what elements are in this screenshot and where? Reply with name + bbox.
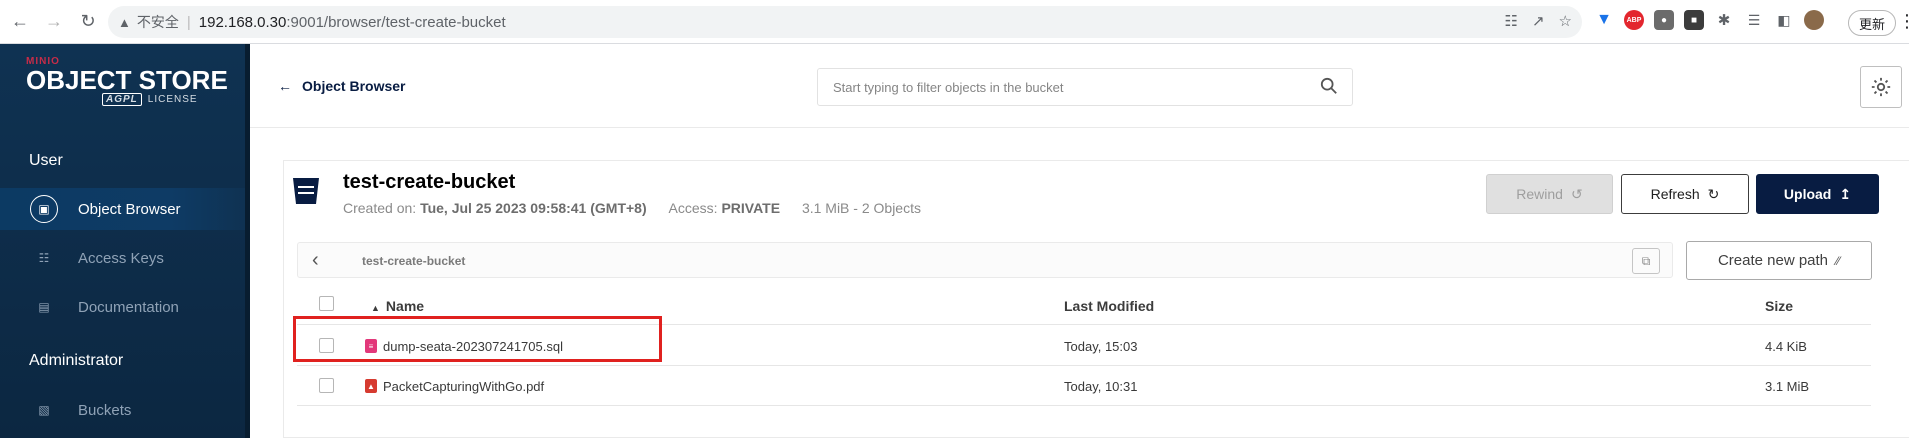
browser-toolbar: ← → ↻ ▲ 不安全 | 192.168.0.30:9001/browser/… bbox=[0, 0, 1909, 44]
back-arrow-icon: ← bbox=[278, 78, 292, 94]
sort-up-icon: ▲ bbox=[371, 303, 380, 313]
bucket-usage: 3.1 MiB - 2 Objects bbox=[801, 200, 921, 216]
copy-icon: ⧉ bbox=[1641, 253, 1651, 268]
omnibox-actions: ☷ ↗ ☆ bbox=[1505, 12, 1572, 30]
documentation-icon: ▤ bbox=[38, 300, 50, 314]
rewind-label: Rewind bbox=[1516, 186, 1563, 202]
table-row[interactable]: ▲ PacketCapturingWithGo.pdf Today, 10:31… bbox=[297, 366, 1871, 406]
logo: MINIO OBJECT STORE AGPL LICENSE bbox=[26, 56, 228, 106]
reload-icon[interactable]: ↻ bbox=[74, 8, 102, 36]
back-to-object-browser[interactable]: ← Object Browser bbox=[278, 78, 405, 94]
new-folder-icon: ⁄⁄ bbox=[1836, 253, 1841, 268]
breadcrumb-path[interactable]: test-create-bucket bbox=[362, 254, 465, 268]
pdf-file-icon: ▲ bbox=[365, 379, 377, 393]
row-checkbox[interactable] bbox=[319, 378, 334, 393]
vue-devtools-icon[interactable]: ▼ bbox=[1594, 10, 1614, 30]
file-modified: Today, 10:31 bbox=[1064, 379, 1138, 394]
rewind-button[interactable]: Rewind ↺ bbox=[1486, 174, 1613, 214]
agpl-badge: AGPL bbox=[102, 93, 142, 106]
bucket-title: test-create-bucket bbox=[343, 171, 516, 193]
access-label: Access: bbox=[668, 200, 718, 216]
forward-arrow-icon[interactable]: → bbox=[40, 8, 68, 36]
red-annotation-box bbox=[293, 316, 662, 362]
object-browser-icon: ▣ bbox=[30, 195, 58, 223]
file-name[interactable]: PacketCapturingWithGo.pdf bbox=[383, 379, 544, 394]
extensions: ▼ ABP ● ■ ✱ ☰ ◧ bbox=[1594, 10, 1824, 30]
column-size-header[interactable]: Size bbox=[1765, 298, 1793, 314]
translate-icon[interactable]: ☷ bbox=[1505, 12, 1518, 30]
page-header: ← Object Browser Start typing to filter o… bbox=[250, 44, 1909, 128]
created-label: Created on: bbox=[343, 200, 417, 216]
refresh-button[interactable]: Refresh ↻ bbox=[1621, 174, 1749, 214]
refresh-label: Refresh bbox=[1650, 186, 1700, 202]
share-icon[interactable]: ↗ bbox=[1532, 12, 1545, 30]
upload-icon: ↥ bbox=[1839, 185, 1852, 202]
sidebar-item-documentation[interactable]: ▤ Documentation bbox=[0, 286, 245, 328]
new-path-label: Create new path bbox=[1717, 252, 1829, 269]
extension-group-icon[interactable]: ● bbox=[1654, 10, 1674, 30]
back-arrow-icon[interactable]: ← bbox=[6, 8, 34, 36]
sidebar-item-access-keys[interactable]: ☷ Access Keys bbox=[0, 237, 245, 279]
puzzle-icon[interactable]: ✱ bbox=[1714, 10, 1734, 30]
access-keys-icon: ☷ bbox=[38, 251, 50, 265]
sidebar-item-label: Object Browser bbox=[78, 200, 181, 218]
sidebar-item-label: Documentation bbox=[78, 298, 179, 316]
address-bar[interactable]: ▲ 不安全 | 192.168.0.30:9001/browser/test-c… bbox=[108, 6, 1582, 38]
search-placeholder: Start typing to filter objects in the bu… bbox=[833, 79, 1064, 95]
breadcrumb: ‹ test-create-bucket ⧉ bbox=[297, 242, 1673, 278]
avatar[interactable] bbox=[1804, 10, 1824, 30]
created-value: Tue, Jul 25 2023 09:58:41 (GMT+8) bbox=[420, 200, 647, 216]
access-value: PRIVATE bbox=[721, 200, 781, 216]
back-label: Object Browser bbox=[302, 78, 406, 94]
update-button[interactable]: 更新 bbox=[1848, 10, 1897, 36]
gear-icon bbox=[1871, 77, 1891, 97]
url-path: :9001/browser/test-create-bucket bbox=[286, 13, 506, 31]
bookmark-star-icon[interactable]: ☆ bbox=[1559, 12, 1572, 30]
file-modified: Today, 15:03 bbox=[1064, 339, 1138, 354]
side-panel-icon[interactable]: ◧ bbox=[1774, 10, 1794, 30]
logo-product: OBJECT STORE bbox=[26, 65, 228, 95]
insecure-label: 不安全 bbox=[136, 14, 179, 30]
sidebar-item-label: Buckets bbox=[78, 401, 132, 419]
chevron-left-icon[interactable]: ‹ bbox=[312, 249, 319, 272]
buckets-icon: ▧ bbox=[38, 403, 50, 417]
column-name-label: Name bbox=[385, 298, 425, 314]
file-size: 4.4 KiB bbox=[1765, 339, 1807, 354]
divider: | bbox=[186, 13, 191, 31]
search-input[interactable]: Start typing to filter objects in the bu… bbox=[817, 68, 1353, 106]
reading-list-icon[interactable]: ☰ bbox=[1744, 10, 1764, 30]
section-administrator: Administrator bbox=[29, 352, 124, 369]
settings-button[interactable] bbox=[1860, 66, 1902, 108]
bucket-icon bbox=[293, 178, 319, 204]
kebab-menu-icon[interactable]: ⋮ bbox=[1898, 12, 1909, 30]
upload-button[interactable]: Upload ↥ bbox=[1756, 174, 1879, 214]
select-all-checkbox[interactable] bbox=[319, 296, 334, 311]
refresh-icon: ↻ bbox=[1707, 185, 1720, 202]
extension-app-icon[interactable]: ■ bbox=[1684, 10, 1704, 30]
sidebar-item-object-browser[interactable]: ▣ Object Browser bbox=[0, 188, 245, 230]
file-size: 3.1 MiB bbox=[1765, 379, 1810, 394]
create-new-path-button[interactable]: Create new path ⁄⁄ bbox=[1686, 241, 1872, 280]
license-label: LICENSE bbox=[147, 94, 198, 105]
upload-label: Upload bbox=[1783, 186, 1832, 202]
column-name-header[interactable]: ▲ Name bbox=[371, 298, 424, 314]
url-host: 192.168.0.30 bbox=[198, 13, 287, 31]
bucket-meta: Created on: Tue, Jul 25 2023 09:58:41 (G… bbox=[343, 200, 921, 216]
warning-icon: ▲ bbox=[118, 14, 131, 30]
column-modified-header[interactable]: Last Modified bbox=[1064, 298, 1154, 314]
search-icon bbox=[1320, 77, 1337, 94]
sidebar-item-label: Access Keys bbox=[78, 249, 164, 267]
adblock-icon[interactable]: ABP bbox=[1624, 10, 1644, 30]
sidebar-item-buckets[interactable]: ▧ Buckets bbox=[0, 389, 245, 431]
section-user: User bbox=[29, 152, 63, 169]
rewind-icon: ↺ bbox=[1570, 185, 1583, 202]
copy-path-button[interactable]: ⧉ bbox=[1632, 248, 1660, 274]
